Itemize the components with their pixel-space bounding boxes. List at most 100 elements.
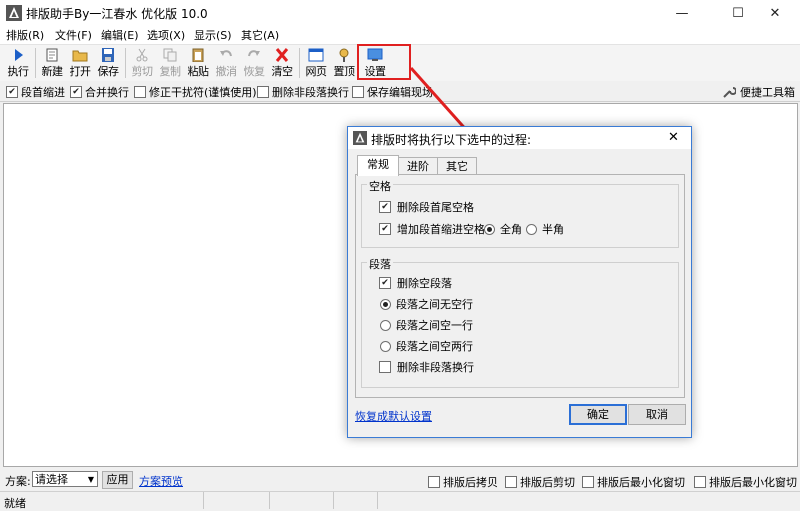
apply-button[interactable]: 应用 <box>102 471 133 489</box>
redo-button[interactable]: 恢复 <box>241 48 267 80</box>
checkbox-empty-icon <box>582 476 594 488</box>
copy-label: 复制 <box>159 65 182 78</box>
delete-nonpara-checkbox[interactable]: 删除非段落换行 <box>257 84 349 100</box>
two-blank-line-radio[interactable]: 段落之间空两行 <box>380 338 473 354</box>
cut-button[interactable]: 剪切 <box>129 48 155 80</box>
cut-after-checkbox[interactable]: 排版后剪切 <box>505 474 575 490</box>
menu-display[interactable]: 显示(S) <box>194 27 232 43</box>
toolbar-divider <box>125 48 126 78</box>
tab-panel-general: 空格 ✔ 删除段首尾空格 ✔ 增加段首缩进空格 全角 半角 段落 ✔ 删除空段落… <box>355 174 685 398</box>
one-blank-line-radio[interactable]: 段落之间空一行 <box>380 317 473 333</box>
radio-empty-icon <box>526 223 537 235</box>
clear-button[interactable]: 清空 <box>269 48 295 80</box>
minimize-after-label: 排版后最小化窗切 <box>597 476 685 489</box>
status-divider <box>377 492 378 509</box>
tab-general[interactable]: 常规 <box>357 155 399 176</box>
settings-dialog: 排版时将执行以下选中的过程: ✕ 常规 进阶 其它 空格 ✔ 删除段首尾空格 ✔… <box>347 126 692 438</box>
status-divider <box>333 492 334 509</box>
toolbar-divider <box>35 48 36 78</box>
restore-defaults-link[interactable]: 恢复成默认设置 <box>355 408 432 424</box>
pin-top-button[interactable]: 置顶 <box>331 48 357 80</box>
new-label: 新建 <box>41 65 64 78</box>
radio-empty-icon <box>380 319 391 331</box>
fullwidth-radio[interactable]: 全角 <box>484 221 522 237</box>
pin-icon <box>339 48 349 62</box>
minimize-after-checkbox[interactable]: 排版后最小化窗切 <box>582 474 685 490</box>
paste-clipboard-icon <box>192 48 204 62</box>
paste-button[interactable]: 粘贴 <box>185 48 211 80</box>
undo-button[interactable]: 撤消 <box>213 48 239 80</box>
check-icon: ✔ <box>379 277 391 289</box>
redo-label: 恢复 <box>243 65 266 78</box>
paste-label: 粘贴 <box>187 65 210 78</box>
run-button[interactable]: 执行 <box>5 48 31 80</box>
cancel-button[interactable]: 取消 <box>628 404 686 425</box>
delete-nonpara-label: 删除非段落换行 <box>272 86 349 99</box>
dropdown-arrow-icon: ▼ <box>87 475 94 484</box>
merge-label: 合并换行 <box>85 86 129 99</box>
dialog-title: 排版时将执行以下选中的过程: <box>371 133 532 147</box>
scheme-preview-link[interactable]: 方案预览 <box>139 473 183 489</box>
status-text: 就绪 <box>4 497 26 510</box>
check-icon: ✔ <box>379 223 391 235</box>
dialog-close-button[interactable]: ✕ <box>668 130 679 145</box>
minimize-after-2-checkbox[interactable]: 排版后最小化窗切 <box>694 474 797 490</box>
merge-checkbox[interactable]: ✔ 合并换行 <box>70 84 129 100</box>
checkbox-empty-icon <box>352 86 364 98</box>
play-icon <box>15 49 23 61</box>
add-indent-space-checkbox[interactable]: ✔ 增加段首缩进空格 <box>379 221 485 237</box>
webpage-label: 网页 <box>305 65 328 78</box>
group-space <box>361 184 679 248</box>
menu-file[interactable]: 文件(F) <box>55 27 92 43</box>
webpage-button[interactable]: 网页 <box>303 48 329 80</box>
close-button[interactable]: ✕ <box>752 0 798 26</box>
ok-button[interactable]: 确定 <box>569 404 627 425</box>
checkbox-empty-icon <box>505 476 517 488</box>
checkbox-empty-icon <box>428 476 440 488</box>
copy-after-checkbox[interactable]: 排版后拷贝 <box>428 474 498 490</box>
settings-highlight-box <box>357 44 411 80</box>
menu-typeset[interactable]: 排版(R) <box>6 27 44 43</box>
delete-nonpara-break-checkbox[interactable]: 删除非段落换行 <box>379 359 474 375</box>
status-divider <box>269 492 270 509</box>
menu-options[interactable]: 选项(X) <box>147 27 185 43</box>
red-x-icon <box>275 48 289 62</box>
copy-button[interactable]: 复制 <box>157 48 183 80</box>
check-icon: ✔ <box>70 86 82 98</box>
app-logo-icon <box>353 131 367 145</box>
radio-empty-icon <box>380 340 391 352</box>
check-icon: ✔ <box>379 201 391 213</box>
toolbar-divider <box>299 48 300 78</box>
halfwidth-radio[interactable]: 半角 <box>526 221 564 237</box>
fix-interference-label: 修正干扰符(谨慎使用) <box>149 86 257 99</box>
checkbox-empty-icon <box>379 361 391 373</box>
delete-nonpara-break-label: 删除非段落换行 <box>397 361 474 374</box>
one-blank-line-label: 段落之间空一行 <box>396 319 473 332</box>
minimize-after-2-label: 排版后最小化窗切 <box>709 476 797 489</box>
pin-top-label: 置顶 <box>333 65 356 78</box>
delete-empty-para-checkbox[interactable]: ✔ 删除空段落 <box>379 275 452 291</box>
checkbox-empty-icon <box>257 86 269 98</box>
save-button[interactable]: 保存 <box>95 48 121 80</box>
indent-checkbox[interactable]: ✔ 段首缩进 <box>6 84 65 100</box>
scheme-select[interactable]: 请选择 ▼ <box>32 471 98 487</box>
menu-edit[interactable]: 编辑(E) <box>101 27 139 43</box>
fullwidth-label: 全角 <box>500 223 522 236</box>
no-blank-line-radio[interactable]: 段落之间无空行 <box>380 296 473 312</box>
fix-interference-checkbox[interactable]: 修正干扰符(谨慎使用) <box>134 84 257 100</box>
menu-other[interactable]: 其它(A) <box>241 27 279 43</box>
group-paragraph-title: 段落 <box>367 256 393 272</box>
delete-trailing-space-checkbox[interactable]: ✔ 删除段首尾空格 <box>379 199 474 215</box>
open-button[interactable]: 打开 <box>67 48 93 80</box>
scheme-select-value: 请选择 <box>35 473 68 486</box>
cut-after-label: 排版后剪切 <box>520 476 575 489</box>
radio-selected-icon <box>484 223 495 235</box>
copy-icon <box>163 48 177 62</box>
save-disk-icon <box>102 48 114 62</box>
window-title: 排版助手By一江春水 优化版 10.0 <box>26 7 208 21</box>
delete-empty-para-label: 删除空段落 <box>397 277 452 290</box>
halfwidth-label: 半角 <box>542 223 564 236</box>
toolbox-button[interactable]: 便捷工具箱 <box>722 84 795 100</box>
new-button[interactable]: 新建 <box>39 48 65 80</box>
minimize-button[interactable]: — <box>659 0 705 26</box>
